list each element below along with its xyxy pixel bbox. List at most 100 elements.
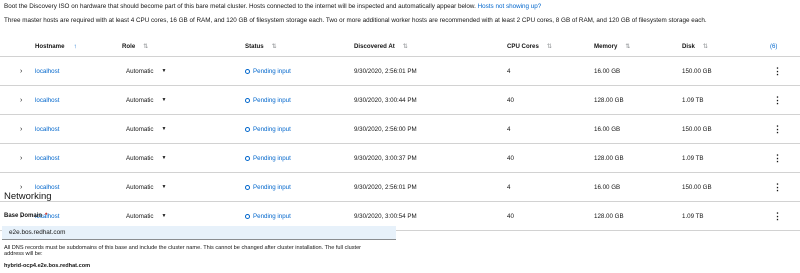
cpu-cores-value: 40 bbox=[507, 96, 514, 104]
row-actions-kebab[interactable]: ⋮ bbox=[773, 86, 782, 114]
required-marker: * bbox=[45, 213, 48, 219]
cpu-cores-value: 40 bbox=[507, 154, 514, 162]
sort-icon: ⇅ bbox=[271, 43, 277, 50]
disk-value: 1.09 TB bbox=[682, 96, 704, 104]
memory-value: 128.00 GB bbox=[594, 154, 624, 162]
role-dropdown[interactable]: Automatic ▼ bbox=[126, 115, 166, 143]
chevron-right-icon: › bbox=[20, 67, 23, 75]
status-column-header[interactable]: Status ⇅ bbox=[245, 36, 277, 56]
expand-row-toggle[interactable]: › bbox=[20, 144, 22, 172]
role-dropdown[interactable]: Automatic ▼ bbox=[126, 173, 166, 201]
table-row: › localhost Automatic ▼ Pending input 9/30/20… bbox=[0, 115, 800, 144]
hosts-table: Hostname ↑ Role ⇅ Status ⇅ Discovered At… bbox=[0, 36, 800, 231]
caret-down-icon: ▼ bbox=[161, 68, 167, 74]
networking-heading: Networking bbox=[4, 191, 52, 202]
pending-status-icon bbox=[245, 155, 250, 161]
kebab-icon: ⋮ bbox=[773, 123, 782, 134]
memory-value: 16.00 GB bbox=[594, 125, 621, 133]
pending-status-icon bbox=[245, 184, 250, 190]
disk-value: 150.00 GB bbox=[682, 125, 712, 133]
memory-value: 128.00 GB bbox=[594, 96, 624, 104]
hostname-link[interactable]: localhost bbox=[35, 86, 59, 114]
table-row: › localhost Automatic ▼ Pending input 9/30/20… bbox=[0, 57, 800, 86]
cpu-cores-value: 4 bbox=[507, 183, 511, 191]
disk-value: 1.09 TB bbox=[682, 212, 704, 220]
hostname-link[interactable]: localhost bbox=[35, 115, 59, 143]
row-actions-kebab[interactable]: ⋮ bbox=[773, 57, 782, 85]
caret-down-icon: ▼ bbox=[161, 213, 167, 219]
memory-column-header[interactable]: Memory ⇅ bbox=[594, 36, 630, 56]
expand-row-toggle[interactable]: › bbox=[20, 86, 22, 114]
disk-value: 150.00 GB bbox=[682, 183, 712, 191]
expand-row-toggle[interactable]: › bbox=[20, 57, 22, 85]
pending-status-icon bbox=[245, 126, 250, 132]
role-dropdown[interactable]: Automatic ▼ bbox=[126, 57, 166, 85]
discovered-at-value: 9/30/2020, 2:56:00 PM bbox=[354, 125, 417, 133]
discovered-at-value: 9/30/2020, 2:56:01 PM bbox=[354, 67, 417, 75]
discovered-at-value: 9/30/2020, 2:56:01 PM bbox=[354, 183, 417, 191]
discovered-at-value: 9/30/2020, 3:00:37 PM bbox=[354, 154, 417, 162]
caret-down-icon: ▼ bbox=[161, 97, 167, 103]
hosts-not-showing-link[interactable]: Hosts not showing up? bbox=[478, 3, 542, 10]
row-actions-kebab[interactable]: ⋮ bbox=[773, 115, 782, 143]
caret-down-icon: ▼ bbox=[161, 126, 167, 132]
base-domain-help-line2: address will be: bbox=[4, 251, 43, 257]
cpu-cores-value: 40 bbox=[507, 212, 514, 220]
caret-down-icon: ▼ bbox=[161, 155, 167, 161]
sort-icon: ⇅ bbox=[546, 43, 552, 50]
base-domain-label: Base Domain * bbox=[4, 213, 48, 219]
memory-value: 16.00 GB bbox=[594, 67, 621, 75]
hostname-link[interactable]: localhost bbox=[35, 57, 59, 85]
table-row: › localhost Automatic ▼ Pending input 9/30/20… bbox=[0, 173, 800, 202]
memory-value: 16.00 GB bbox=[594, 183, 621, 191]
sort-icon: ⇅ bbox=[625, 43, 630, 50]
chevron-right-icon: › bbox=[20, 125, 23, 133]
table-header-row: Hostname ↑ Role ⇅ Status ⇅ Discovered At… bbox=[0, 36, 800, 57]
host-count: (6) bbox=[770, 42, 778, 50]
pending-status-icon bbox=[245, 213, 250, 219]
sort-icon: ⇅ bbox=[402, 43, 408, 50]
kebab-icon: ⋮ bbox=[773, 65, 782, 76]
base-domain-help-line1: All DNS records must be subdomains of th… bbox=[4, 245, 362, 251]
hostname-link[interactable]: localhost bbox=[35, 144, 59, 172]
role-dropdown[interactable]: Automatic ▼ bbox=[126, 86, 166, 114]
discovered-column-header[interactable]: Discovered At ⇅ bbox=[354, 36, 408, 56]
caret-down-icon: ▼ bbox=[161, 184, 167, 190]
disk-column-header[interactable]: Disk ⇅ bbox=[682, 36, 708, 56]
row-actions-kebab[interactable]: ⋮ bbox=[773, 173, 782, 201]
row-actions-kebab[interactable]: ⋮ bbox=[773, 202, 782, 230]
cpu-column-header[interactable]: CPU Cores ⇅ bbox=[507, 36, 552, 56]
full-cluster-address: hybrid-ocp4.e2e.bos.redhat.com bbox=[4, 263, 91, 269]
intro-text: Boot the Discovery ISO on hardware that … bbox=[4, 3, 476, 10]
memory-value: 128.00 GB bbox=[594, 212, 624, 220]
disk-value: 150.00 GB bbox=[682, 67, 712, 75]
kebab-icon: ⋮ bbox=[773, 181, 782, 192]
chevron-right-icon: › bbox=[20, 96, 23, 104]
chevron-right-icon: › bbox=[20, 154, 23, 162]
sort-ascending-icon: ↑ bbox=[73, 42, 77, 50]
kebab-icon: ⋮ bbox=[773, 210, 782, 221]
status-popover-toggle[interactable]: Pending input bbox=[245, 115, 291, 143]
expand-row-toggle[interactable]: › bbox=[20, 115, 22, 143]
base-domain-input[interactable] bbox=[2, 226, 396, 240]
hostname-column-header[interactable]: Hostname ↑ bbox=[35, 36, 77, 56]
status-popover-toggle[interactable]: Pending input bbox=[245, 144, 291, 172]
row-actions-kebab[interactable]: ⋮ bbox=[773, 144, 782, 172]
status-popover-toggle[interactable]: Pending input bbox=[245, 57, 291, 85]
intro-text-line2: Three master hosts are required with at … bbox=[4, 17, 707, 24]
chevron-right-icon: › bbox=[20, 183, 23, 191]
discovered-at-value: 9/30/2020, 3:00:44 PM bbox=[354, 96, 417, 104]
kebab-icon: ⋮ bbox=[773, 152, 782, 163]
disk-value: 1.09 TB bbox=[682, 154, 704, 162]
role-column-header[interactable]: Role ⇅ bbox=[122, 36, 148, 56]
sort-icon: ⇅ bbox=[143, 43, 148, 50]
kebab-icon: ⋮ bbox=[773, 94, 782, 105]
pending-status-icon bbox=[245, 68, 250, 74]
table-row: › localhost Automatic ▼ Pending input 9/30/20… bbox=[0, 86, 800, 115]
role-dropdown[interactable]: Automatic ▼ bbox=[126, 144, 166, 172]
status-popover-toggle[interactable]: Pending input bbox=[245, 173, 291, 201]
sort-icon: ⇅ bbox=[702, 43, 708, 50]
pending-status-icon bbox=[245, 97, 250, 103]
status-popover-toggle[interactable]: Pending input bbox=[245, 86, 291, 114]
cpu-cores-value: 4 bbox=[507, 67, 511, 75]
